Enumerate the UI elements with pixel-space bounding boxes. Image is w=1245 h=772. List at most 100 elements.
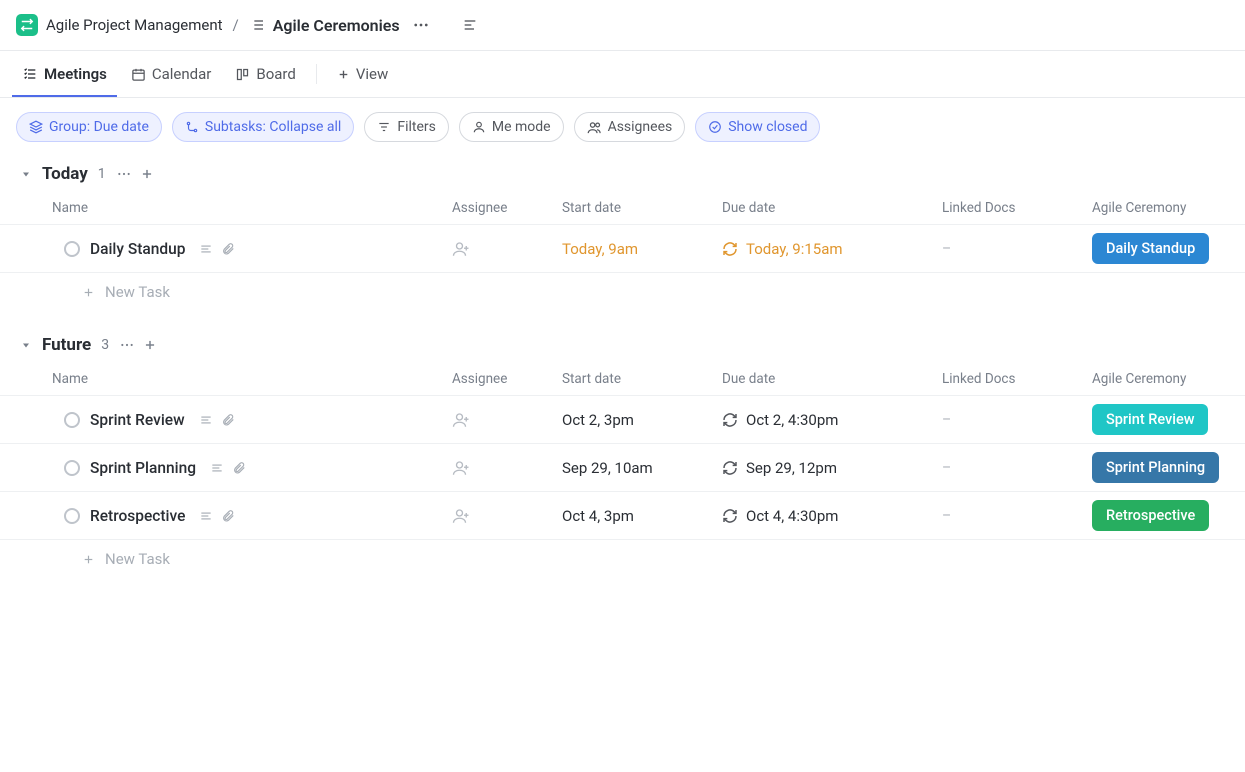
group-pill-label: Group: Due date: [49, 119, 149, 135]
add-view-label: View: [356, 65, 388, 83]
tab-board[interactable]: Board: [225, 51, 305, 97]
recurring-icon: [722, 412, 738, 428]
task-name: Daily Standup: [90, 240, 185, 258]
group-add-icon[interactable]: [143, 338, 157, 352]
assignees-label: Assignees: [608, 119, 673, 135]
assignees-pill[interactable]: Assignees: [574, 112, 686, 142]
description-icon[interactable]: [210, 461, 224, 475]
col-start: Start date: [562, 200, 722, 216]
column-headers: Name Assignee Start date Due date Linked…: [0, 194, 1245, 224]
subtasks-pill[interactable]: Subtasks: Collapse all: [172, 112, 354, 142]
column-headers: Name Assignee Start date Due date Linked…: [0, 365, 1245, 395]
assignee-cell[interactable]: [452, 411, 562, 429]
group-header: Today 1: [0, 156, 1245, 194]
due-date-cell[interactable]: Oct 2, 4:30pm: [722, 411, 942, 429]
tabs-divider: [316, 64, 317, 84]
description-icon[interactable]: [199, 413, 213, 427]
list-icon: [249, 17, 265, 33]
group-title: Future: [42, 335, 91, 355]
collapse-icon[interactable]: [20, 168, 32, 180]
task-row[interactable]: Retrospective Oct 4, 3pm Oct 4, 4:30pm –…: [0, 491, 1245, 540]
show-closed-label: Show closed: [728, 119, 807, 135]
linked-docs[interactable]: –: [942, 412, 1092, 428]
ceremony-tag[interactable]: Retrospective: [1092, 500, 1209, 531]
filters-bar: Group: Due date Subtasks: Collapse all F…: [0, 98, 1245, 156]
tab-meetings-label: Meetings: [44, 65, 107, 83]
linked-docs[interactable]: –: [942, 241, 1092, 257]
due-date-cell[interactable]: Sep 29, 12pm: [722, 459, 942, 477]
assignee-cell[interactable]: [452, 240, 562, 258]
filters-pill[interactable]: Filters: [364, 112, 449, 142]
add-view-button[interactable]: View: [327, 51, 398, 97]
col-ceremony: Agile Ceremony: [1092, 371, 1242, 387]
col-docs: Linked Docs: [942, 371, 1092, 387]
start-date[interactable]: Sep 29, 10am: [562, 459, 722, 477]
ceremony-tag[interactable]: Daily Standup: [1092, 233, 1209, 264]
due-date: Sep 29, 12pm: [746, 459, 837, 477]
group-pill[interactable]: Group: Due date: [16, 112, 162, 142]
col-name: Name: [52, 371, 452, 387]
col-assignee: Assignee: [452, 371, 562, 387]
new-task-button[interactable]: New Task: [0, 273, 1245, 311]
start-date[interactable]: Oct 2, 3pm: [562, 411, 722, 429]
page-title[interactable]: Agile Ceremonies: [273, 16, 400, 35]
attachment-icon[interactable]: [221, 509, 235, 523]
breadcrumb: Agile Project Management / Agile Ceremon…: [0, 0, 1245, 51]
ceremony-tag[interactable]: Sprint Review: [1092, 404, 1208, 435]
outline-icon[interactable]: [458, 13, 482, 37]
linked-docs[interactable]: –: [942, 508, 1092, 524]
show-closed-pill[interactable]: Show closed: [695, 112, 820, 142]
col-due: Due date: [722, 371, 942, 387]
status-circle[interactable]: [64, 460, 80, 476]
more-options-button[interactable]: [408, 12, 434, 38]
due-date-cell[interactable]: Today, 9:15am: [722, 240, 942, 258]
status-circle[interactable]: [64, 241, 80, 257]
task-name: Sprint Planning: [90, 459, 196, 477]
assignee-cell[interactable]: [452, 507, 562, 525]
ceremony-tag[interactable]: Sprint Planning: [1092, 452, 1219, 483]
description-icon[interactable]: [199, 509, 213, 523]
me-mode-label: Me mode: [492, 119, 551, 135]
description-icon[interactable]: [199, 242, 213, 256]
task-row[interactable]: Sprint Planning Sep 29, 10am Sep 29, 12p…: [0, 443, 1245, 491]
col-assignee: Assignee: [452, 200, 562, 216]
project-icon: [16, 14, 38, 36]
attachment-icon[interactable]: [221, 413, 235, 427]
group-count: 3: [101, 337, 109, 353]
group-more-icon[interactable]: [116, 166, 132, 182]
task-group: Future 3 Name Assignee Start date Due da…: [0, 327, 1245, 578]
attachment-icon[interactable]: [232, 461, 246, 475]
status-circle[interactable]: [64, 412, 80, 428]
tab-calendar[interactable]: Calendar: [121, 51, 222, 97]
col-ceremony: Agile Ceremony: [1092, 200, 1242, 216]
linked-docs[interactable]: –: [942, 460, 1092, 476]
start-date[interactable]: Oct 4, 3pm: [562, 507, 722, 525]
project-name[interactable]: Agile Project Management: [46, 16, 223, 34]
task-name: Retrospective: [90, 507, 185, 525]
group-more-icon[interactable]: [119, 337, 135, 353]
group-header: Future 3: [0, 327, 1245, 365]
view-tabs: Meetings Calendar Board View: [0, 51, 1245, 98]
col-due: Due date: [722, 200, 942, 216]
tab-meetings[interactable]: Meetings: [12, 51, 117, 97]
breadcrumb-sep: /: [231, 16, 241, 34]
task-group: Today 1 Name Assignee Start date Due dat…: [0, 156, 1245, 311]
recurring-icon: [722, 460, 738, 476]
status-circle[interactable]: [64, 508, 80, 524]
start-date[interactable]: Today, 9am: [562, 240, 722, 258]
group-count: 1: [98, 166, 106, 182]
task-row[interactable]: Sprint Review Oct 2, 3pm Oct 2, 4:30pm –…: [0, 395, 1245, 443]
new-task-button[interactable]: New Task: [0, 540, 1245, 578]
tab-board-label: Board: [256, 65, 295, 83]
group-add-icon[interactable]: [140, 167, 154, 181]
attachment-icon[interactable]: [221, 242, 235, 256]
task-name: Sprint Review: [90, 411, 185, 429]
due-date-cell[interactable]: Oct 4, 4:30pm: [722, 507, 942, 525]
me-mode-pill[interactable]: Me mode: [459, 112, 564, 142]
group-title: Today: [42, 164, 88, 184]
collapse-icon[interactable]: [20, 339, 32, 351]
subtasks-pill-label: Subtasks: Collapse all: [205, 119, 341, 135]
assignee-cell[interactable]: [452, 459, 562, 477]
col-docs: Linked Docs: [942, 200, 1092, 216]
task-row[interactable]: Daily Standup Today, 9am Today, 9:15am –…: [0, 224, 1245, 273]
